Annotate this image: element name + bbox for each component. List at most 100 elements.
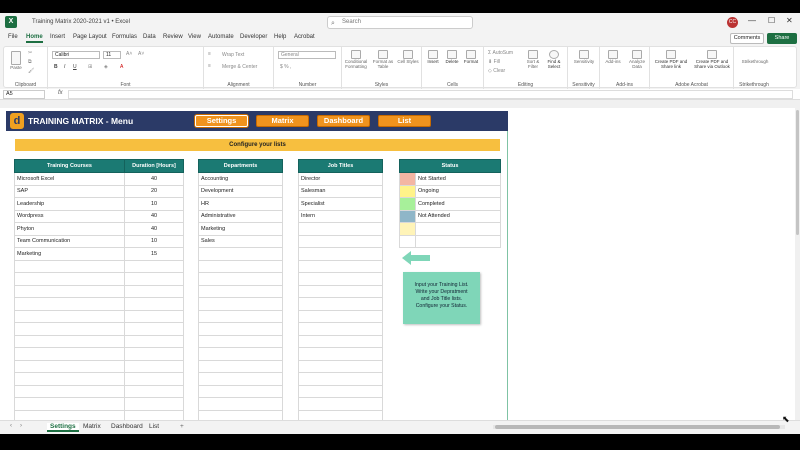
department-cell[interactable]: Accounting (198, 172, 283, 186)
department-cell[interactable] (198, 397, 283, 411)
status-label-cell[interactable]: Not Started (415, 172, 501, 186)
paste-button[interactable]: Paste (8, 51, 24, 70)
job-title-cell[interactable]: Intern (298, 209, 383, 223)
horizontal-scrollbar[interactable] (493, 425, 785, 429)
course-name-cell[interactable]: Phyton (14, 222, 125, 236)
user-avatar[interactable]: CC (727, 17, 738, 28)
department-cell[interactable] (198, 297, 283, 311)
course-duration-cell[interactable] (124, 322, 184, 336)
tab-automate[interactable]: Automate (208, 34, 234, 40)
tab-insert[interactable]: Insert (50, 34, 65, 40)
course-name-cell[interactable] (14, 359, 125, 373)
decrease-font-icon[interactable]: A˅ (138, 51, 144, 57)
course-duration-cell[interactable] (124, 372, 184, 386)
status-label-cell[interactable]: Not Attended (415, 209, 501, 223)
job-title-cell[interactable] (298, 397, 383, 411)
course-duration-cell[interactable]: 20 (124, 184, 184, 198)
department-cell[interactable] (198, 384, 283, 398)
addins-button[interactable]: Add-ins (602, 50, 624, 64)
job-title-cell[interactable] (298, 334, 383, 348)
share-button[interactable]: Share (767, 33, 797, 44)
fill-button[interactable]: ⬇ Fill (488, 59, 500, 65)
job-title-cell[interactable] (298, 234, 383, 248)
bold-icon[interactable]: B (54, 64, 58, 70)
job-title-cell[interactable] (298, 347, 383, 361)
conditional-formatting-button[interactable]: Conditional Formatting (343, 50, 369, 69)
close-icon[interactable]: ✕ (786, 16, 793, 25)
sheet-tab-list[interactable]: List (149, 423, 159, 430)
nav-dashboard-button[interactable]: Dashboard (317, 115, 370, 127)
job-title-cell[interactable]: Specialist (298, 197, 383, 211)
department-cell[interactable] (198, 322, 283, 336)
course-name-cell[interactable] (14, 372, 125, 386)
course-duration-cell[interactable]: 15 (124, 247, 184, 261)
vertical-scrollbar[interactable] (795, 108, 800, 420)
course-duration-cell[interactable] (124, 284, 184, 298)
vertical-scroll-thumb[interactable] (796, 110, 799, 235)
job-title-cell[interactable] (298, 247, 383, 261)
department-cell[interactable]: Sales (198, 234, 283, 248)
search-input[interactable]: ⌕ Search (327, 16, 473, 29)
course-name-cell[interactable] (14, 334, 125, 348)
course-name-cell[interactable]: SAP (14, 184, 125, 198)
format-cells-button[interactable]: Format (462, 50, 480, 64)
next-sheet-icon[interactable]: › (20, 423, 22, 429)
strikethrough-button[interactable]: Strikethrough (736, 59, 774, 64)
department-cell[interactable]: Development (198, 184, 283, 198)
currency-icon[interactable]: $ % , (280, 64, 291, 70)
status-label-cell[interactable]: Completed (415, 197, 501, 211)
department-cell[interactable] (198, 347, 283, 361)
job-title-cell[interactable] (298, 272, 383, 286)
font-color-icon[interactable]: A (120, 64, 123, 70)
status-label-cell[interactable] (415, 234, 501, 248)
job-title-cell[interactable]: Director (298, 172, 383, 186)
nav-settings-button[interactable]: Settings (195, 115, 248, 127)
fill-color-icon[interactable]: ◈ (104, 64, 108, 70)
font-size-select[interactable]: 11 (103, 51, 121, 59)
clear-button[interactable]: ◇ Clear (488, 68, 505, 74)
minimize-icon[interactable]: — (748, 16, 756, 25)
nav-list-button[interactable]: List (378, 115, 431, 127)
status-color-swatch[interactable] (399, 209, 416, 223)
job-title-cell[interactable] (298, 259, 383, 273)
tab-home[interactable]: Home (26, 34, 43, 43)
number-format-select[interactable]: General (278, 51, 336, 59)
course-duration-cell[interactable]: 40 (124, 222, 184, 236)
course-duration-cell[interactable] (124, 272, 184, 286)
sheet-tab-settings[interactable]: Settings (47, 423, 79, 432)
maximize-icon[interactable]: ☐ (768, 16, 775, 25)
format-painter-icon[interactable]: 🖌 (28, 68, 34, 74)
course-name-cell[interactable]: Team Communication (14, 234, 125, 248)
status-color-swatch[interactable] (399, 222, 416, 236)
delete-cells-button[interactable]: Delete (443, 50, 461, 64)
course-name-cell[interactable] (14, 284, 125, 298)
course-name-cell[interactable]: Wordpress (14, 209, 125, 223)
department-cell[interactable] (198, 259, 283, 273)
tab-view[interactable]: View (188, 34, 201, 40)
cut-icon[interactable]: ✂ (28, 50, 32, 56)
course-duration-cell[interactable] (124, 259, 184, 273)
cell-styles-button[interactable]: Cell Styles (397, 50, 419, 64)
borders-icon[interactable]: ⊞ (88, 64, 92, 70)
course-duration-cell[interactable]: 40 (124, 172, 184, 186)
department-cell[interactable]: Marketing (198, 222, 283, 236)
course-duration-cell[interactable] (124, 359, 184, 373)
tab-review[interactable]: Review (163, 34, 183, 40)
department-cell[interactable]: HR (198, 197, 283, 211)
course-duration-cell[interactable] (124, 309, 184, 323)
job-title-cell[interactable] (298, 222, 383, 236)
tab-file[interactable]: File (8, 34, 18, 40)
tab-page-layout[interactable]: Page Layout (73, 34, 107, 40)
course-name-cell[interactable] (14, 347, 125, 361)
merge-center-button[interactable]: Merge & Center (222, 64, 257, 70)
nav-matrix-button[interactable]: Matrix (256, 115, 309, 127)
course-name-cell[interactable]: Microsoft Excel (14, 172, 125, 186)
name-box[interactable]: A5 (3, 90, 45, 99)
department-cell[interactable] (198, 359, 283, 373)
course-duration-cell[interactable]: 10 (124, 197, 184, 211)
font-name-select[interactable]: Calibri (52, 51, 100, 59)
add-sheet-button[interactable]: + (180, 423, 184, 430)
prev-sheet-icon[interactable]: ‹ (10, 423, 12, 429)
analyze-data-button[interactable]: Analyze Data (626, 50, 648, 69)
create-pdf-share-button[interactable]: Create PDF and Share link (652, 50, 690, 69)
